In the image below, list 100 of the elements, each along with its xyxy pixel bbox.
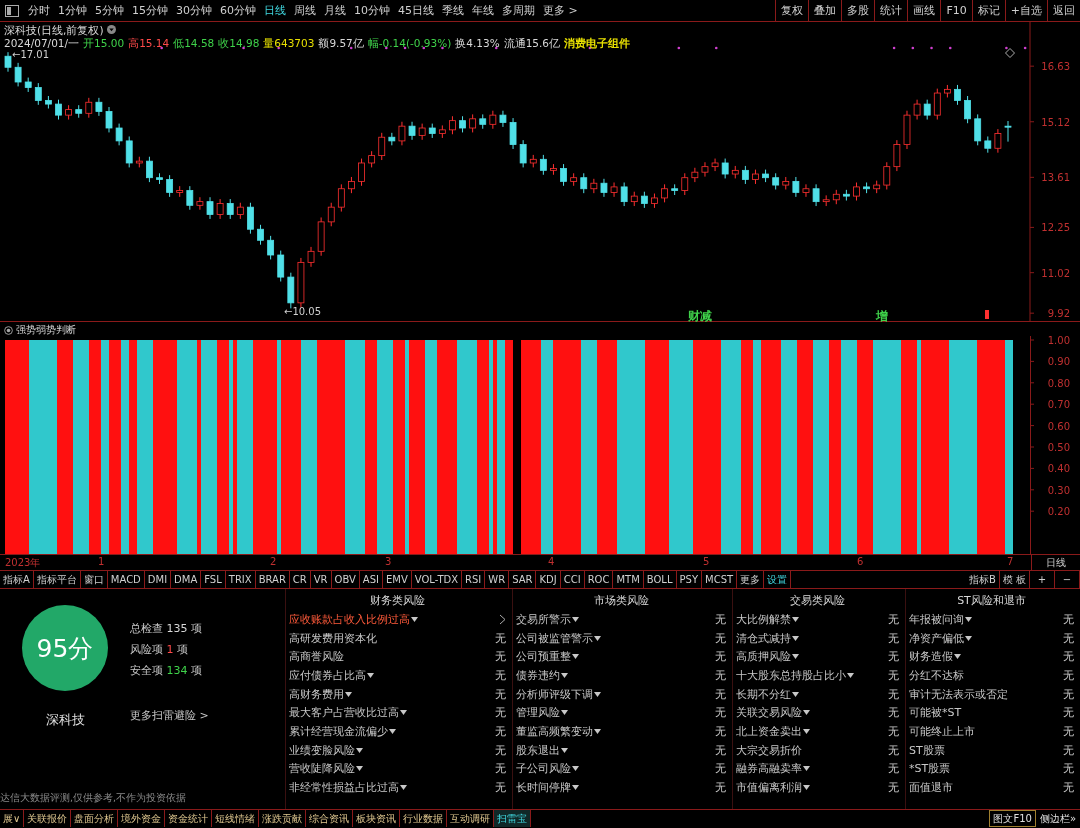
dropdown-caret-icon[interactable] [803,710,810,716]
indicator-tab[interactable]: 指标A [0,571,34,588]
dropdown-caret-icon[interactable] [400,785,407,791]
bottom-tab[interactable]: 行业数据 [400,810,448,827]
period-tab[interactable]: 10分钟 [350,3,394,18]
risk-item[interactable]: 董监高频繁变动 [516,723,593,739]
indicator-tab[interactable]: MCST [702,571,738,588]
period-tab[interactable]: 多周期 [498,3,539,18]
risk-item[interactable]: 管理风险 [516,705,560,721]
event-marker[interactable]: 财减 [688,309,712,322]
risk-item[interactable]: 财务造假 [909,649,953,665]
dropdown-caret-icon[interactable] [400,710,407,716]
indicator-tab[interactable]: ASI [359,571,383,588]
indicator-tab[interactable]: 指标平台 [33,571,81,588]
toolbar-button[interactable]: 标记 [971,0,1005,21]
bottom-button[interactable]: 侧边栏» [1035,810,1080,827]
dropdown-caret-icon[interactable] [561,747,568,753]
toolbar-button[interactable]: 统计 [874,0,908,21]
risk-item[interactable]: 清仓式减持 [736,630,791,646]
dropdown-caret-icon[interactable] [345,691,352,697]
collapse-icon[interactable] [4,325,13,335]
risk-item[interactable]: 累计经营现金流偏少 [289,723,388,739]
risk-item[interactable]: 北上资金卖出 [736,723,802,739]
indicator-tab[interactable]: WR [485,571,510,588]
indicator-tab[interactable]: OBV [331,571,360,588]
toolbar-button[interactable]: 复权 [775,0,809,21]
indicator-tab[interactable]: 设置 [764,571,792,588]
indicator-tab[interactable]: CCI [560,571,585,588]
indicator-tab[interactable]: KDJ [536,571,561,588]
risk-item[interactable]: 大比例解禁 [736,611,791,627]
risk-item[interactable]: 公司预重整 [516,649,571,665]
indicator-tab[interactable]: VOL-TDX [411,571,463,588]
dropdown-caret-icon[interactable] [561,710,568,716]
indicator-tab[interactable]: + [1030,571,1055,588]
indicator-tab[interactable]: DMI [144,571,172,588]
dropdown-caret-icon[interactable] [803,766,810,772]
risk-item[interactable]: 债券违约 [516,667,560,683]
period-tab[interactable]: 60分钟 [216,3,260,18]
bottom-tab[interactable]: 扫雷宝 [494,810,532,827]
risk-item[interactable]: 关联交易风险 [736,705,802,721]
dropdown-caret-icon[interactable] [803,785,810,791]
indicator-tab[interactable]: ROC [584,571,614,588]
risk-item[interactable]: 子公司风险 [516,761,571,777]
dropdown-caret-icon[interactable] [792,616,799,622]
dropdown-caret-icon[interactable] [367,672,374,678]
indicator-tab[interactable]: MTM [613,571,644,588]
more-link[interactable]: 更多扫雷避险 > [130,708,285,723]
chevron-right-icon[interactable] [499,613,506,625]
risk-item[interactable]: 高研发费用资本化 [289,630,377,646]
risk-item[interactable]: 面值退市 [909,780,953,796]
bottom-tab[interactable]: 综合资讯 [306,810,354,827]
period-tab[interactable]: 周线 [290,3,320,18]
risk-item[interactable]: 十大股东总持股占比小 [736,667,846,683]
bottom-tab[interactable]: 短线情绪 [212,810,260,827]
risk-item[interactable]: 应收账款占收入比例过高 [289,611,410,627]
risk-item[interactable]: 可能被*ST [909,705,962,721]
risk-item[interactable]: 最大客户占营收比过高 [289,705,399,721]
bottom-button[interactable]: 图文F10 [989,810,1036,827]
dropdown-caret-icon[interactable] [965,616,972,622]
indicator-tab[interactable]: TRIX [225,571,256,588]
indicator-tab[interactable]: FSL [201,571,226,588]
indicator-tab[interactable]: VR [310,571,332,588]
dropdown-caret-icon[interactable] [572,766,579,772]
indicator-tab[interactable]: 更多 [737,571,765,588]
indicator-tab[interactable]: 指标B [965,571,1000,588]
risk-item[interactable]: 市值偏离利润 [736,780,802,796]
period-tab[interactable]: 年线 [468,3,498,18]
indicator-tab[interactable]: BOLL [643,571,677,588]
dropdown-caret-icon[interactable] [792,635,799,641]
dropdown-caret-icon[interactable] [572,654,579,660]
bottom-tab[interactable]: 涨跌贡献 [259,810,307,827]
dropdown-caret-icon[interactable] [389,728,396,734]
dropdown-caret-icon[interactable] [792,691,799,697]
risk-item[interactable]: 高财务费用 [289,686,344,702]
risk-item[interactable]: 大宗交易折价 [736,742,802,758]
indicator-tab[interactable]: 模 板 [999,571,1030,588]
dropdown-caret-icon[interactable] [847,672,854,678]
bottom-tab[interactable]: 关联报价 [24,810,72,827]
toolbar-button[interactable]: +自选 [1004,0,1047,21]
dropdown-caret-icon[interactable] [594,728,601,734]
indicator-tab[interactable]: 窗口 [80,571,108,588]
dropdown-caret-icon[interactable] [561,672,568,678]
period-tab[interactable]: 1分钟 [54,3,91,18]
risk-item[interactable]: 分析师评级下调 [516,686,593,702]
dropdown-caret-icon[interactable] [803,728,810,734]
dropdown-caret-icon[interactable] [356,747,363,753]
indicator-tab[interactable]: SAR [509,571,537,588]
toolbar-button[interactable]: 叠加 [808,0,842,21]
toolbar-button[interactable]: F10 [940,0,972,21]
toolbar-button[interactable]: 画线 [907,0,941,21]
dropdown-caret-icon[interactable] [356,766,363,772]
risk-item[interactable]: 业绩变脸风险 [289,742,355,758]
period-tab[interactable]: 更多 > [539,3,582,18]
toolbar-button[interactable]: 多股 [841,0,875,21]
risk-item[interactable]: 非经常性损益占比过高 [289,780,399,796]
risk-item[interactable]: 融券高融卖率 [736,761,802,777]
bottom-tab[interactable]: 板块资讯 [353,810,401,827]
risk-item[interactable]: ST股票 [909,742,945,758]
dropdown-caret-icon[interactable] [572,785,579,791]
risk-item[interactable]: *ST股票 [909,761,951,777]
